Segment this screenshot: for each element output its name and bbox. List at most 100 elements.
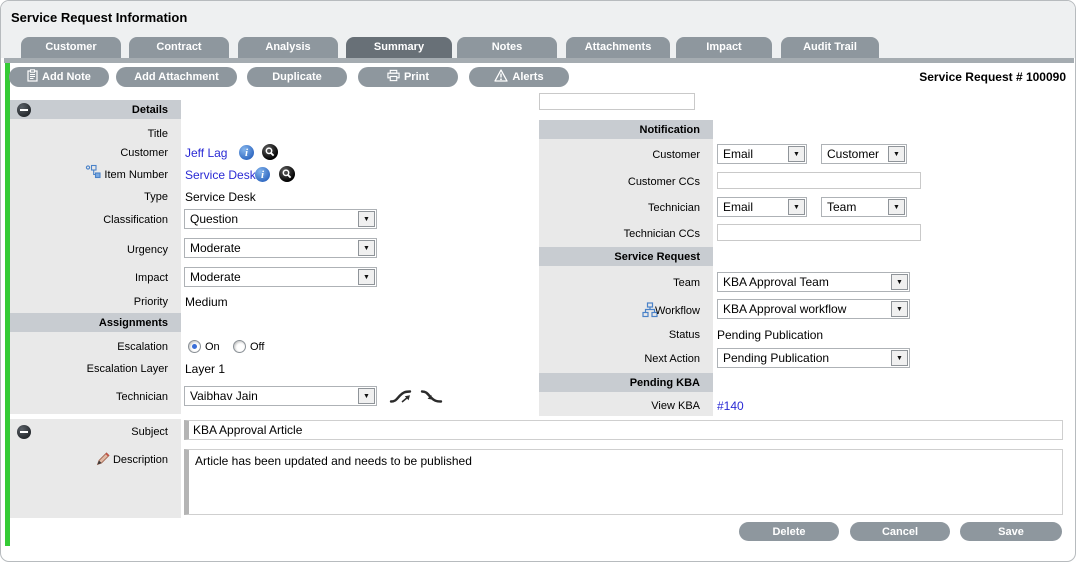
impact-value: Moderate [185, 270, 358, 284]
customer-target-value: Customer [822, 147, 888, 161]
workflow-select[interactable]: KBA Approval workflow ▼ [717, 299, 910, 319]
urgency-label: Urgency [11, 244, 168, 256]
chevron-down-icon: ▼ [358, 388, 375, 404]
chevron-down-icon: ▼ [891, 274, 908, 290]
item-number-info-icon[interactable]: i [255, 167, 270, 182]
duplicate-button[interactable]: Duplicate [247, 67, 347, 87]
tab-contract[interactable]: Contract [129, 37, 229, 58]
description-label: Description [31, 454, 168, 466]
assignments-section-title: Assignments [99, 317, 168, 329]
escalation-layer-label: Escalation Layer [11, 363, 168, 375]
technician-target-select[interactable]: Team ▼ [821, 197, 907, 217]
technician-ccs-input[interactable] [717, 224, 921, 241]
subject-input[interactable] [184, 420, 1063, 440]
escalate-icon[interactable] [389, 387, 415, 412]
customer-search-icon[interactable] [262, 144, 278, 160]
delete-button[interactable]: Delete [739, 522, 839, 541]
impact-select[interactable]: Moderate ▼ [184, 267, 377, 287]
print-label: Print [404, 71, 429, 83]
service-request-window: Service Request Information Customer Con… [0, 0, 1076, 562]
tab-summary[interactable]: Summary [346, 37, 452, 58]
add-note-label: Add Note [42, 71, 91, 83]
technician-method-value: Email [718, 200, 788, 214]
urgency-select[interactable]: Moderate ▼ [184, 238, 377, 258]
tab-attachments[interactable]: Attachments [566, 37, 670, 58]
service-request-section-header: Service Request [539, 247, 713, 266]
assignments-section-header: Assignments [10, 313, 181, 332]
duplicate-label: Duplicate [272, 71, 322, 83]
notify-technician-label: Technician [543, 202, 700, 214]
tab-customer[interactable]: Customer [21, 37, 121, 58]
cancel-label: Cancel [882, 526, 918, 538]
escalation-on-radio[interactable] [188, 340, 201, 353]
priority-value: Medium [185, 295, 228, 309]
tab-audit-trail[interactable]: Audit Trail [781, 37, 879, 58]
team-value: KBA Approval Team [718, 275, 891, 289]
classification-label: Classification [11, 214, 168, 226]
classification-value: Question [185, 212, 358, 226]
printer-icon [387, 69, 400, 85]
chevron-down-icon: ▼ [891, 350, 908, 366]
tab-impact[interactable]: Impact [676, 37, 772, 58]
workflow-label: Workflow [543, 305, 700, 317]
add-attachment-button[interactable]: Add Attachment [116, 67, 237, 87]
print-button[interactable]: Print [358, 67, 458, 87]
next-action-label: Next Action [543, 353, 700, 365]
title-label: Title [11, 128, 168, 140]
chevron-down-icon: ▼ [358, 211, 375, 227]
save-label: Save [998, 526, 1024, 538]
classification-select[interactable]: Question ▼ [184, 209, 377, 229]
customer-method-select[interactable]: Email ▼ [717, 144, 807, 164]
chevron-down-icon: ▼ [788, 146, 805, 162]
collapse-details-button[interactable] [17, 103, 31, 117]
escalation-on-label: On [205, 341, 220, 353]
customer-target-select[interactable]: Customer ▼ [821, 144, 907, 164]
technician-method-select[interactable]: Email ▼ [717, 197, 807, 217]
customer-ccs-input[interactable] [717, 172, 921, 189]
description-textarea[interactable]: Article has been updated and needs to be… [184, 449, 1063, 515]
chevron-down-icon: ▼ [888, 146, 905, 162]
tab-notes[interactable]: Notes [457, 37, 557, 58]
chevron-down-icon: ▼ [788, 199, 805, 215]
tab-strip-bar [4, 58, 1074, 63]
chevron-down-icon: ▼ [358, 240, 375, 256]
technician-ccs-label: Technician CCs [543, 228, 700, 240]
escalation-off-radio[interactable] [233, 340, 246, 353]
customer-info-icon[interactable]: i [239, 145, 254, 160]
item-number-link[interactable]: Service Desk [185, 168, 256, 182]
type-label: Type [11, 191, 168, 203]
type-value: Service Desk [185, 190, 256, 204]
add-note-button[interactable]: Add Note [9, 67, 109, 87]
next-action-value: Pending Publication [718, 351, 891, 365]
team-select[interactable]: KBA Approval Team ▼ [717, 272, 910, 292]
cancel-button[interactable]: Cancel [850, 522, 950, 541]
escalation-off-label: Off [250, 341, 264, 353]
alerts-label: Alerts [512, 71, 543, 83]
status-value: Pending Publication [717, 328, 823, 342]
add-attachment-label: Add Attachment [134, 71, 219, 83]
next-action-select[interactable]: Pending Publication ▼ [717, 348, 910, 368]
status-label: Status [543, 329, 700, 341]
tab-analysis[interactable]: Analysis [238, 37, 338, 58]
technician-label: Technician [11, 391, 168, 403]
notification-panel [539, 120, 713, 416]
service-request-number: Service Request # 100090 [851, 70, 1066, 84]
customer-ccs-label: Customer CCs [543, 176, 700, 188]
technician-target-value: Team [822, 200, 888, 214]
save-button[interactable]: Save [960, 522, 1062, 541]
alerts-button[interactable]: Alerts [469, 67, 569, 87]
urgency-value: Moderate [185, 241, 358, 255]
unlabeled-top-input[interactable] [539, 93, 695, 110]
item-number-search-icon[interactable] [279, 166, 295, 182]
subject-label: Subject [11, 426, 168, 438]
technician-select[interactable]: Vaibhav Jain ▼ [184, 386, 377, 406]
view-kba-link[interactable]: #140 [717, 399, 744, 413]
notify-customer-label: Customer [543, 149, 700, 161]
deescalate-icon[interactable] [420, 387, 446, 412]
item-number-label: Item Number [31, 169, 168, 181]
customer-link[interactable]: Jeff Lag [185, 146, 227, 160]
details-section-title: Details [132, 104, 168, 116]
chevron-down-icon: ▼ [888, 199, 905, 215]
team-label: Team [543, 277, 700, 289]
warning-triangle-icon [494, 69, 508, 85]
